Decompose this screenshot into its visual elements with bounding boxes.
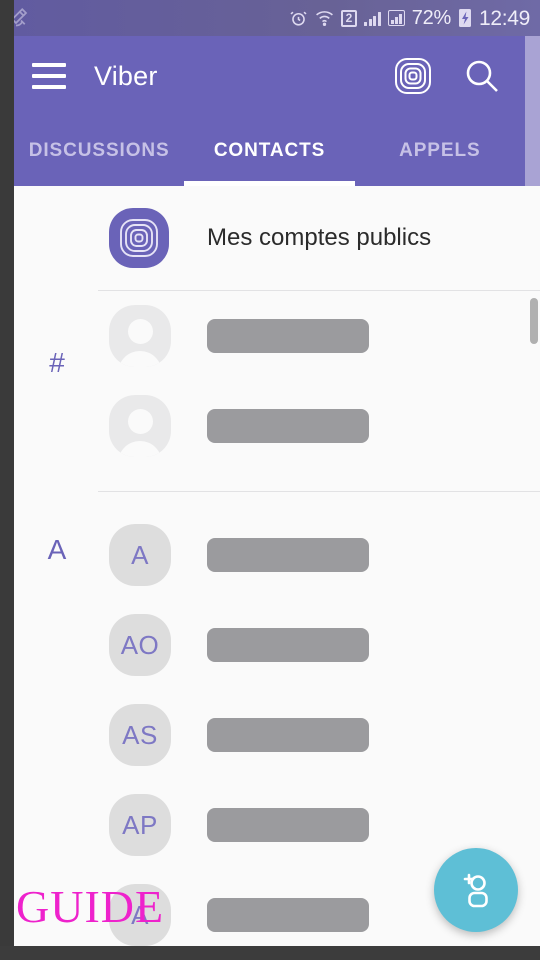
contact-name-redacted — [207, 718, 369, 752]
app-bar: Viber — [14, 36, 525, 116]
contact-name-redacted — [207, 538, 369, 572]
contacts-list[interactable]: Mes comptes publics # A A AO AS AP A — [14, 186, 540, 946]
wifi-icon — [315, 10, 334, 26]
appbar-edge-strip — [525, 36, 540, 186]
contact-name-redacted — [207, 898, 369, 932]
table-row[interactable]: AO — [14, 600, 540, 690]
status-bar: 2 72% 12:49 — [0, 0, 540, 36]
app-title: Viber — [94, 60, 158, 91]
table-row[interactable]: AS — [14, 690, 540, 780]
phone-screen: 2 72% 12:49 Viber DISCUSSIONS CONTACTS A… — [0, 0, 540, 960]
tab-appels[interactable]: APPELS — [355, 116, 525, 186]
signal-bars-icon — [364, 11, 381, 26]
charging-bolt-icon — [458, 8, 472, 28]
contacts-section-hash: # — [14, 291, 540, 471]
contact-name-redacted — [207, 319, 369, 353]
contact-name-redacted — [207, 409, 369, 443]
avatar: AP — [109, 794, 171, 856]
public-accounts-label: Mes comptes publics — [207, 224, 432, 251]
avatar — [109, 305, 171, 367]
guide-watermark: GUIDE — [16, 881, 165, 932]
battery-percent-label: 72% — [411, 7, 451, 29]
status-icons-group: 2 72% 12:49 — [289, 8, 530, 29]
status-bar-inner: 2 72% 12:49 — [14, 0, 540, 36]
concentric-rings-squircle-icon — [109, 208, 169, 268]
device-edge-left — [0, 0, 14, 960]
search-icon[interactable] — [463, 57, 501, 95]
scrollbar-thumb[interactable] — [530, 298, 538, 344]
device-edge-bottom — [0, 946, 540, 960]
alarm-icon — [289, 9, 308, 28]
avatar — [109, 395, 171, 457]
section-header-a: A — [47, 534, 67, 565]
tab-bar: DISCUSSIONS CONTACTS APPELS — [14, 116, 525, 186]
contact-name-redacted — [207, 808, 369, 842]
table-row[interactable] — [14, 381, 540, 471]
table-row[interactable]: A — [14, 510, 540, 600]
section-header-hash: # — [49, 347, 65, 378]
add-contact-button[interactable] — [434, 848, 518, 932]
signal-box-icon — [387, 10, 405, 26]
table-row[interactable] — [14, 291, 540, 381]
public-accounts-icon[interactable] — [393, 56, 433, 96]
row-public-accounts[interactable]: Mes comptes publics — [14, 186, 540, 290]
avatar: AO — [109, 614, 171, 676]
clock-label: 12:49 — [478, 6, 530, 30]
sim-badge-icon: 2 — [340, 9, 358, 27]
tab-contacts[interactable]: CONTACTS — [184, 116, 355, 186]
app-bar-actions — [393, 56, 525, 96]
contact-name-redacted — [207, 628, 369, 662]
hamburger-menu-icon[interactable] — [32, 63, 66, 89]
tab-discussions[interactable]: DISCUSSIONS — [14, 116, 184, 186]
avatar: AS — [109, 704, 171, 766]
avatar: A — [109, 524, 171, 586]
